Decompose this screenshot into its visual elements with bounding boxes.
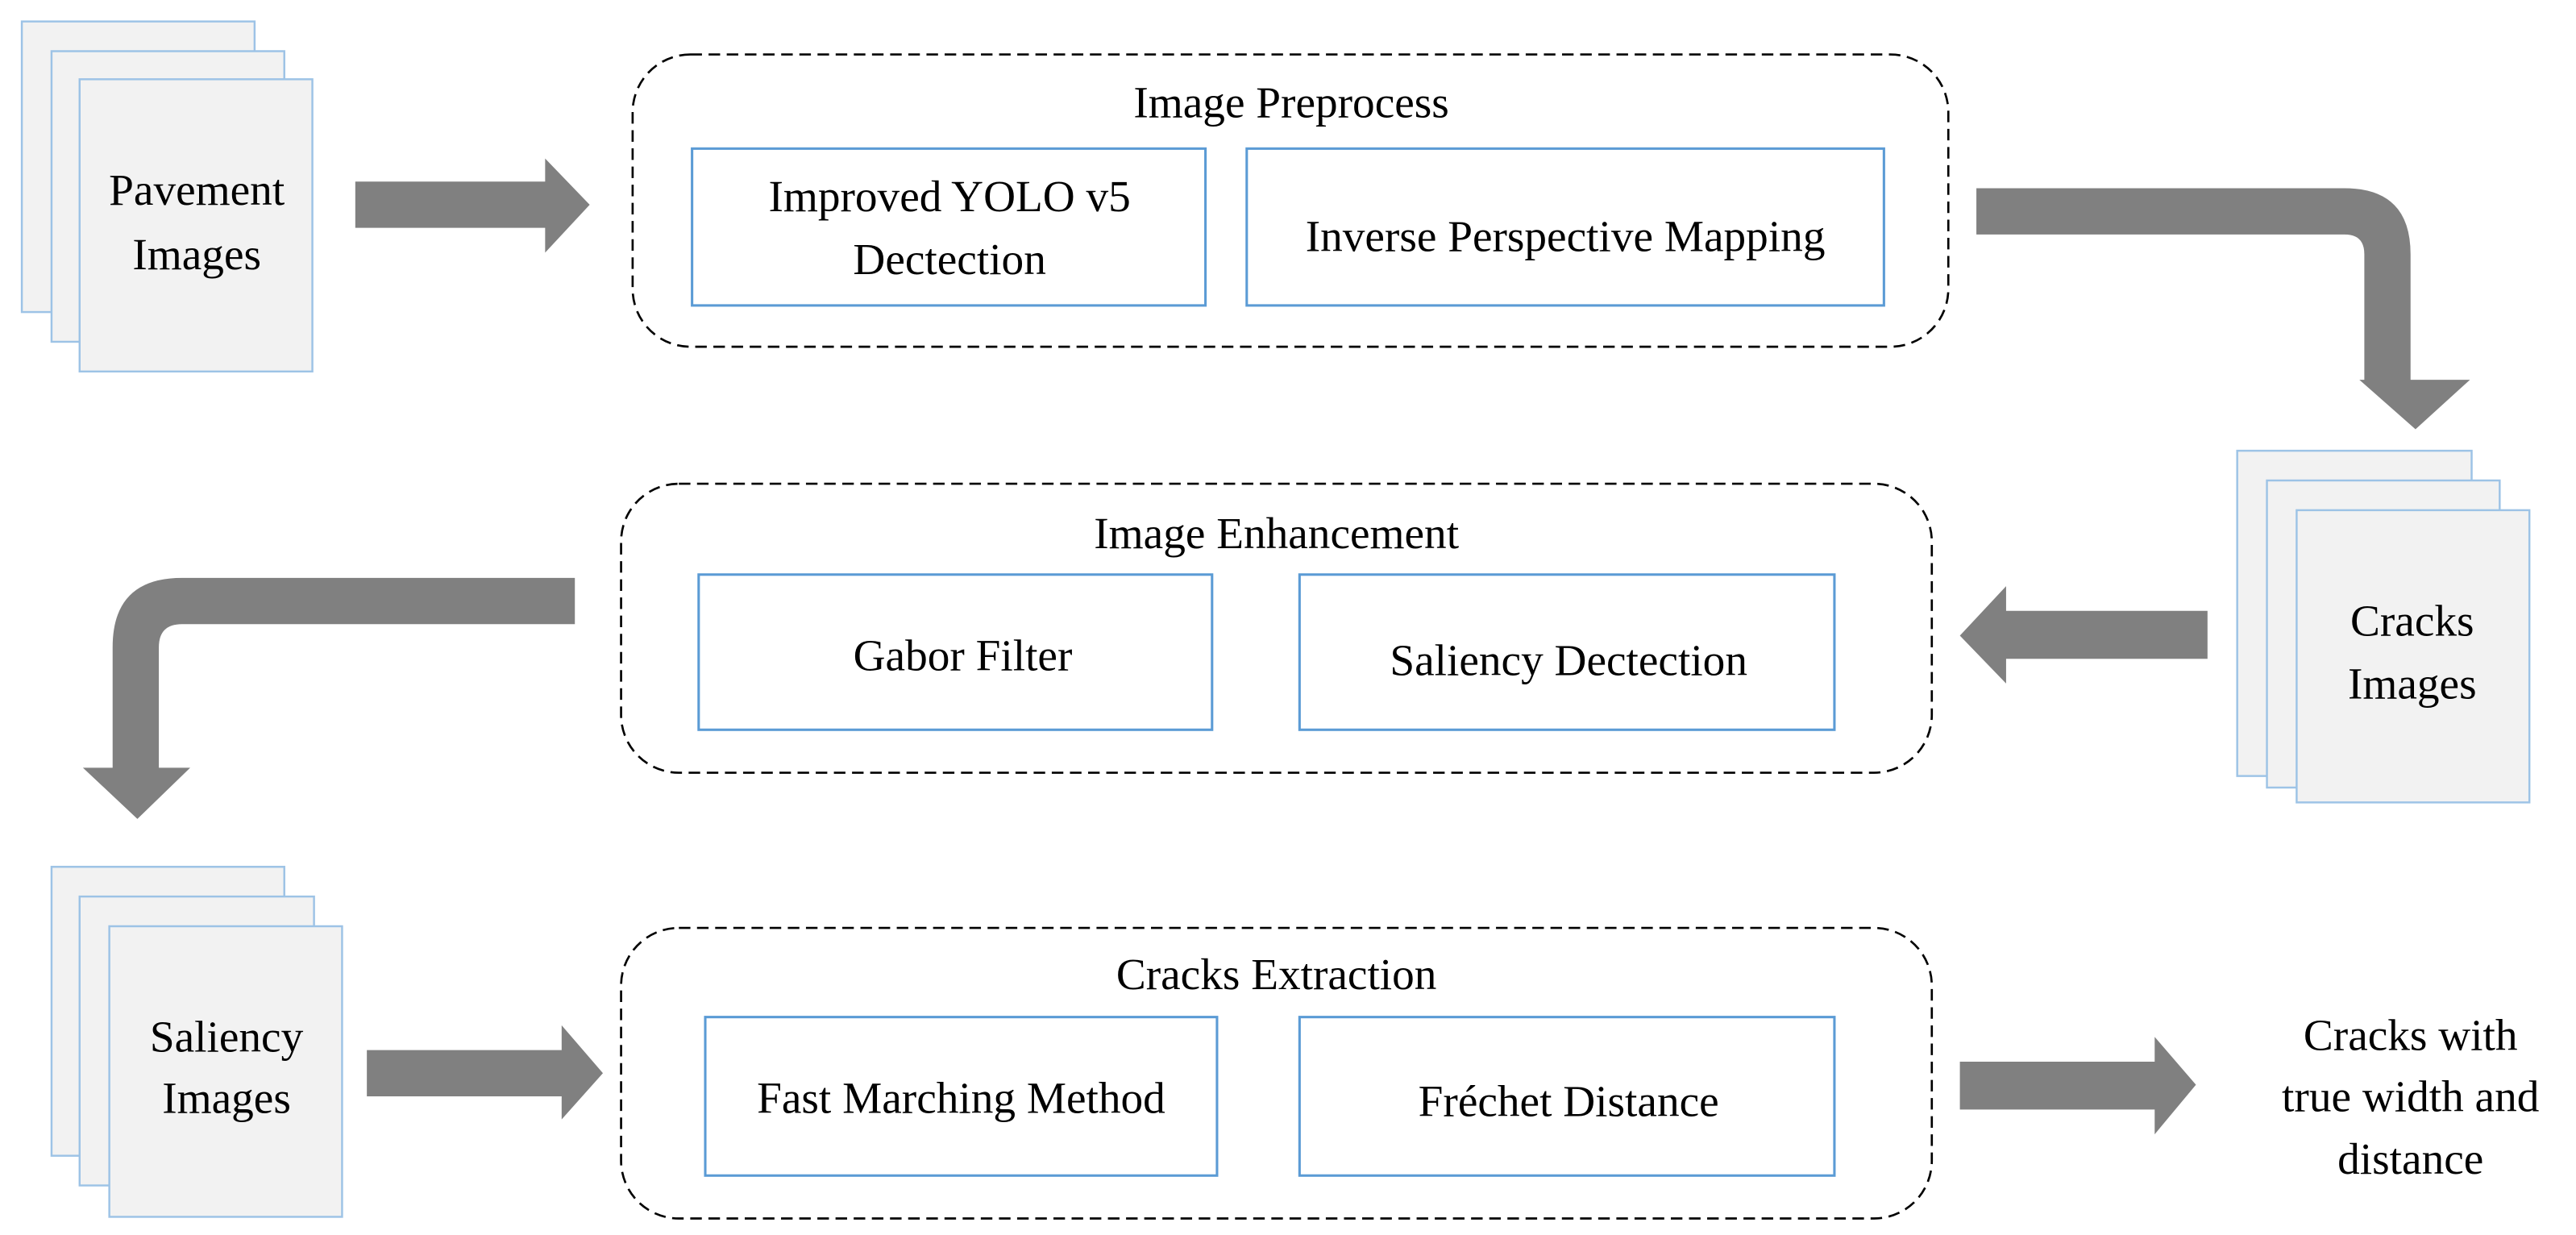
stage-title: Image Enhancement: [1094, 509, 1459, 558]
stage-image-enhancement: Image Enhancement Gabor Filter Saliency …: [620, 482, 1934, 774]
curved-arrow-down-icon: [82, 577, 575, 819]
image-sheet: [108, 925, 343, 1218]
image-sheet: [78, 78, 314, 373]
saliency-images-stack: Saliency Images: [50, 866, 343, 1218]
image-sheet: [2296, 509, 2531, 804]
step-label: Inverse Perspective Mapping: [1306, 211, 1826, 260]
curved-arrow-down-icon: [1976, 188, 2470, 430]
saliency-images-label: Images: [162, 1073, 291, 1122]
output-line: true width and: [2282, 1071, 2539, 1121]
step-label: Gabor Filter: [854, 631, 1073, 680]
cracks-images-label: Cracks: [2350, 597, 2474, 646]
step-label: Improved YOLO v5: [768, 172, 1130, 221]
output-label: Cracks with true width and distance: [2282, 1011, 2539, 1184]
arrow-right-icon: [1959, 1037, 2196, 1135]
step-label: Fréchet Distance: [1419, 1077, 1719, 1126]
output-line: distance: [2337, 1134, 2483, 1183]
step-label: Fast Marching Method: [757, 1073, 1165, 1122]
stage-image-preprocess: Image Preprocess Improved YOLO v5 Dectec…: [631, 53, 1950, 348]
arrow-left-icon: [1959, 586, 2208, 684]
step-label: Dectection: [853, 235, 1045, 284]
pipeline-diagram: Pavement Images Image Preprocess Improve…: [0, 0, 2576, 1235]
stage-title: Cracks Extraction: [1116, 950, 1437, 999]
step-label: Saliency Dectection: [1390, 636, 1747, 685]
pavement-images-label: Pavement: [109, 165, 285, 214]
output-line: Cracks with: [2304, 1011, 2518, 1060]
diagram-canvas: Pavement Images Image Preprocess Improve…: [20, 20, 2539, 1220]
cracks-images-label: Images: [2348, 659, 2477, 708]
cracks-images-stack: Cracks Images: [2236, 449, 2531, 804]
stage-cracks-extraction: Cracks Extraction Fast Marching Method F…: [620, 926, 1934, 1220]
pavement-images-label: Images: [132, 230, 261, 279]
pavement-images-stack: Pavement Images: [20, 20, 314, 373]
arrow-right-icon: [355, 158, 590, 253]
arrow-right-icon: [367, 1025, 604, 1120]
stage-title: Image Preprocess: [1133, 77, 1448, 127]
saliency-images-label: Saliency: [150, 1013, 304, 1062]
